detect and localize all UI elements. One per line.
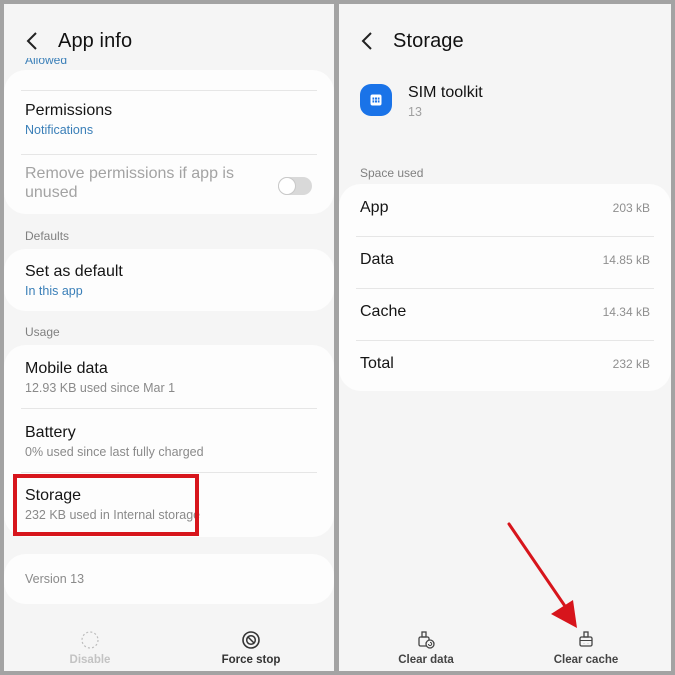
set-as-default-item[interactable]: Set as default In this app: [25, 263, 313, 298]
clear-cache-label: Clear cache: [553, 654, 619, 666]
clear-data-label: Clear data: [398, 654, 454, 666]
space-used-card: App 203 kB Data 14.85 kB Cache 14.34 kB …: [339, 184, 671, 391]
app-name: SIM toolkit: [408, 84, 483, 101]
divider: [21, 154, 317, 155]
storage-screen: Storage SIM toolkit 13 Space used App 20…: [339, 4, 671, 671]
remove-permissions-item[interactable]: Remove permissions if app is unused: [25, 165, 264, 202]
divider: [21, 90, 317, 91]
app-info-screen: App info Allowed Permissions Notificatio…: [4, 4, 334, 671]
battery-item[interactable]: Battery 0% used since last fully charged: [25, 424, 313, 459]
battery-title: Battery: [25, 424, 76, 441]
permissions-subtitle: Notifications: [25, 123, 94, 137]
clear-cache-button[interactable]: Clear cache: [551, 630, 621, 666]
permissions-item[interactable]: Permissions Notifications: [25, 102, 313, 137]
page-title: Storage: [393, 29, 464, 52]
divider: [356, 288, 654, 289]
remove-permissions-toggle[interactable]: [278, 177, 312, 195]
battery-subtitle: 0% used since last fully charged: [25, 445, 204, 459]
row-value: 232 kB: [612, 357, 650, 371]
storage-highlight-box: [13, 474, 199, 536]
app-version: 13: [408, 105, 422, 119]
force-stop-button[interactable]: Force stop: [216, 630, 286, 666]
defaults-card: Set as default In this app: [4, 249, 334, 311]
row-value: 203 kB: [612, 201, 650, 215]
divider: [356, 340, 654, 341]
storage-row-app: App 203 kB: [360, 199, 650, 217]
clear-data-button[interactable]: Clear data: [391, 630, 461, 666]
chevron-left-icon[interactable]: [357, 29, 379, 53]
row-value: 14.85 kB: [602, 253, 650, 267]
storage-row-total: Total 232 kB: [360, 355, 650, 373]
mobile-data-item[interactable]: Mobile data 12.93 KB used since Mar 1: [25, 360, 313, 395]
set-as-default-title: Set as default: [25, 263, 123, 280]
set-as-default-subtitle: In this app: [25, 284, 83, 298]
row-label: App: [360, 199, 389, 216]
permissions-card: Permissions Notifications Remove permiss…: [4, 70, 334, 214]
force-stop-label: Force stop: [221, 654, 281, 666]
disable-button[interactable]: Disable: [62, 630, 118, 666]
remove-permissions-title-line1: Remove permissions if app is: [25, 165, 234, 182]
version-card: Version 13: [4, 554, 334, 604]
section-usage: Usage: [25, 325, 60, 339]
divider: [21, 408, 317, 409]
clear-data-brush-icon: [418, 631, 435, 649]
clear-cache-brush-icon: [579, 631, 593, 647]
storage-row-data: Data 14.85 kB: [360, 251, 650, 269]
mobile-data-title: Mobile data: [25, 360, 108, 377]
divider: [356, 236, 654, 237]
section-space-used: Space used: [360, 166, 424, 180]
remove-permissions-title-line2: unused: [25, 184, 78, 201]
storage-header: Storage: [357, 26, 464, 56]
section-defaults: Defaults: [25, 229, 70, 243]
permissions-title: Permissions: [25, 102, 113, 119]
app-info-header: App info: [22, 26, 132, 56]
page-title: App info: [58, 29, 133, 52]
row-label: Data: [360, 251, 394, 268]
toggle-knob: [278, 177, 296, 195]
row-label: Cache: [360, 303, 407, 320]
disable-label: Disable: [69, 654, 111, 666]
dashed-circle-icon: [81, 631, 99, 649]
mobile-data-subtitle: 12.93 KB used since Mar 1: [25, 381, 176, 395]
version-text: Version 13: [25, 572, 85, 586]
divider: [21, 472, 317, 473]
row-value: 14.34 kB: [602, 305, 650, 319]
storage-row-cache: Cache 14.34 kB: [360, 303, 650, 321]
row-label: Total: [360, 355, 394, 372]
cut-off-subtitle: Allowed: [25, 58, 68, 66]
chevron-left-icon[interactable]: [22, 29, 44, 53]
stop-sign-icon: [242, 631, 260, 649]
sim-card-icon: [360, 84, 392, 116]
